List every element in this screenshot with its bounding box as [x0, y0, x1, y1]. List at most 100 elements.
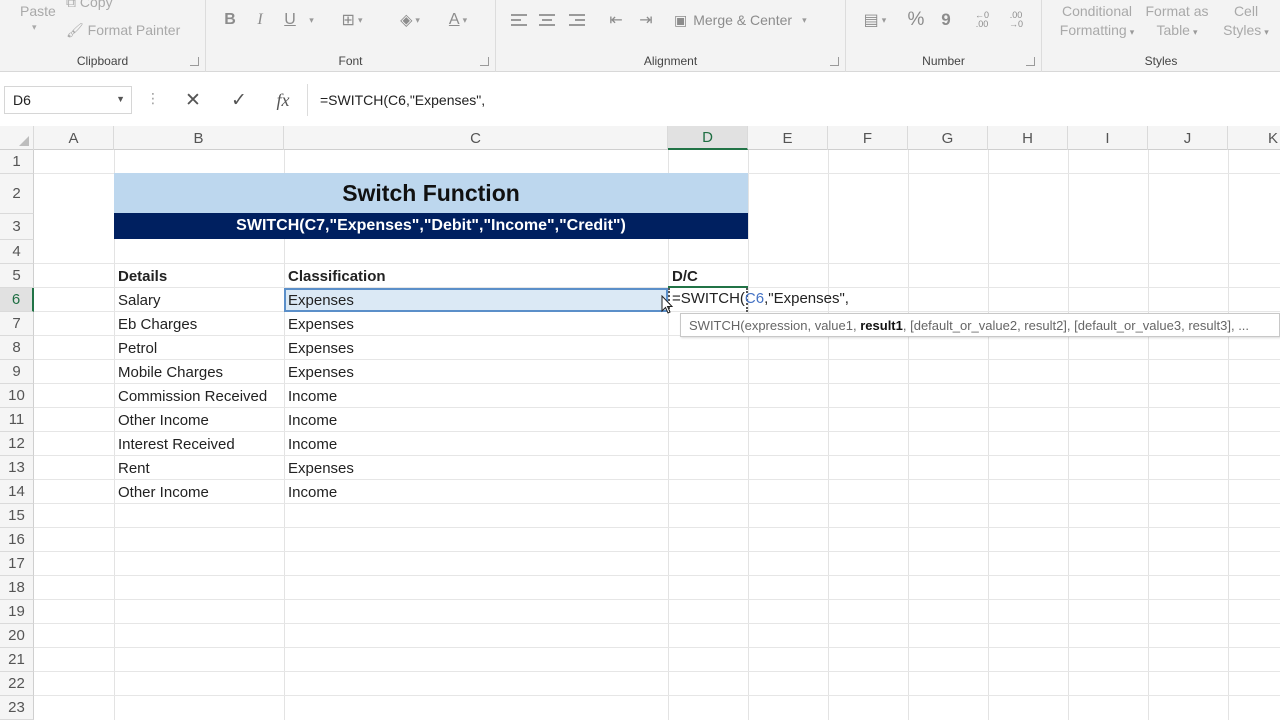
- details-cell[interactable]: Other Income: [114, 408, 284, 432]
- row-header[interactable]: 3: [0, 214, 34, 240]
- insert-function-button[interactable]: fx: [270, 88, 296, 112]
- header-classification[interactable]: Classification: [284, 264, 668, 288]
- enter-button[interactable]: ✓: [226, 88, 252, 112]
- formula-input[interactable]: =SWITCH(C6,"Expenses",: [320, 92, 485, 108]
- name-box-dropdown-icon[interactable]: ▼: [116, 94, 125, 104]
- classification-cell[interactable]: Income: [284, 432, 668, 456]
- function-argument-tooltip[interactable]: SWITCH(expression, value1, result1, [def…: [680, 313, 1280, 337]
- classification-cell[interactable]: Expenses: [284, 456, 668, 480]
- column-header-e[interactable]: E: [748, 126, 828, 150]
- resize-handle-icon[interactable]: ⋮: [146, 90, 160, 107]
- row-header[interactable]: 19: [0, 600, 34, 624]
- borders-button[interactable]: ⊞ ▾: [332, 8, 372, 32]
- row-header[interactable]: 8: [0, 336, 34, 360]
- underline-dropdown-icon[interactable]: ▾: [304, 8, 316, 32]
- conditional-formatting-button[interactable]: Conditional Formatting ▾: [1050, 2, 1144, 42]
- row-header[interactable]: 9: [0, 360, 34, 384]
- details-cell[interactable]: Petrol: [114, 336, 284, 360]
- align-right-button[interactable]: [568, 8, 586, 32]
- merge-center-button[interactable]: ▣ Merge & Center ▾: [674, 8, 830, 32]
- cancel-button[interactable]: ✕: [180, 88, 206, 112]
- classification-cell[interactable]: Expenses: [284, 360, 668, 384]
- bold-button[interactable]: B: [220, 8, 240, 32]
- row-header[interactable]: 2: [0, 174, 34, 214]
- row-header[interactable]: 10: [0, 384, 34, 408]
- column-header-k[interactable]: K: [1228, 126, 1280, 150]
- row-header[interactable]: 17: [0, 552, 34, 576]
- column-header-c[interactable]: C: [284, 126, 668, 150]
- row-header[interactable]: 7: [0, 312, 34, 336]
- classification-cell[interactable]: Income: [284, 480, 668, 504]
- cell-styles-button[interactable]: Cell Styles ▾: [1218, 2, 1274, 42]
- formula-banner[interactable]: SWITCH(C7,"Expenses","Debit","Income","C…: [114, 213, 748, 239]
- row-header[interactable]: 21: [0, 648, 34, 672]
- details-cell[interactable]: Eb Charges: [114, 312, 284, 336]
- format-as-table-button[interactable]: Format as Table ▾: [1142, 2, 1212, 42]
- details-cell[interactable]: Interest Received: [114, 432, 284, 456]
- row-header[interactable]: 16: [0, 528, 34, 552]
- details-cell[interactable]: Commission Received: [114, 384, 284, 408]
- classification-cell[interactable]: Income: [284, 408, 668, 432]
- increase-indent-button[interactable]: ⇥: [636, 8, 656, 32]
- row-header[interactable]: 14: [0, 480, 34, 504]
- classification-cell[interactable]: Expenses: [284, 288, 668, 312]
- column-header-h[interactable]: H: [988, 126, 1068, 150]
- row-header[interactable]: 12: [0, 432, 34, 456]
- column-header-b[interactable]: B: [114, 126, 284, 150]
- number-launcher-icon[interactable]: [1026, 57, 1035, 66]
- details-cell[interactable]: Mobile Charges: [114, 360, 284, 384]
- align-center-button[interactable]: [538, 8, 556, 32]
- details-cell[interactable]: Salary: [114, 288, 284, 312]
- row-header[interactable]: 4: [0, 240, 34, 264]
- row-header[interactable]: 13: [0, 456, 34, 480]
- sheet-title[interactable]: Switch Function: [114, 173, 748, 213]
- column-header-a[interactable]: A: [34, 126, 114, 150]
- accounting-format-button[interactable]: ▤ ▾: [858, 8, 892, 32]
- row-header[interactable]: 5: [0, 264, 34, 288]
- in-cell-formula[interactable]: =SWITCH(C6,"Expenses",: [672, 290, 849, 307]
- classification-cell[interactable]: Expenses: [284, 312, 668, 336]
- copy-button[interactable]: ⧉ Copy: [66, 0, 113, 11]
- column-header-g[interactable]: G: [908, 126, 988, 150]
- row-header[interactable]: 23: [0, 696, 34, 720]
- alignment-launcher-icon[interactable]: [830, 57, 839, 66]
- clipboard-launcher-icon[interactable]: [190, 57, 199, 66]
- row-header[interactable]: 11: [0, 408, 34, 432]
- row-header[interactable]: 18: [0, 576, 34, 600]
- decrease-decimal-button[interactable]: .00 →0: [1002, 8, 1030, 32]
- increase-indent-icon: ⇥: [639, 12, 653, 29]
- header-dc[interactable]: D/C: [668, 264, 748, 288]
- column-header-j[interactable]: J: [1148, 126, 1228, 150]
- format-painter-button[interactable]: 🖌 Format Painter: [66, 22, 180, 39]
- column-header-d[interactable]: D: [668, 126, 748, 150]
- align-left-button[interactable]: [510, 8, 528, 32]
- underline-button[interactable]: U: [280, 8, 300, 32]
- font-launcher-icon[interactable]: [480, 57, 489, 66]
- details-cell[interactable]: Rent: [114, 456, 284, 480]
- classification-cell[interactable]: Income: [284, 384, 668, 408]
- alignment-group: ⇤ ⇥ ▣ Merge & Center ▾ Alignment: [496, 0, 846, 72]
- name-box[interactable]: D6 ▼: [4, 86, 132, 114]
- paste-dropdown-icon[interactable]: ▾: [32, 22, 37, 33]
- select-all-button[interactable]: [0, 126, 34, 150]
- clipboard-group: Paste ▾ ⧉ Copy 🖌 Format Painter Clipboar…: [0, 0, 206, 72]
- row-header[interactable]: 22: [0, 672, 34, 696]
- decrease-indent-button[interactable]: ⇤: [606, 8, 626, 32]
- fill-color-button[interactable]: ◈ ▾: [390, 8, 430, 32]
- increase-decimal-button[interactable]: ←0 .00: [968, 8, 996, 32]
- italic-button[interactable]: I: [250, 8, 270, 32]
- column-header-f[interactable]: F: [828, 126, 908, 150]
- details-cell[interactable]: Other Income: [114, 480, 284, 504]
- percent-button[interactable]: %: [904, 8, 928, 32]
- row-header-active[interactable]: 6: [0, 288, 34, 312]
- row-header[interactable]: 1: [0, 150, 34, 174]
- format-as-table-label: Format as Table: [1145, 3, 1209, 38]
- column-header-i[interactable]: I: [1068, 126, 1148, 150]
- comma-style-button[interactable]: 9: [938, 8, 954, 32]
- paste-button[interactable]: Paste: [20, 3, 56, 19]
- classification-cell[interactable]: Expenses: [284, 336, 668, 360]
- row-header[interactable]: 20: [0, 624, 34, 648]
- font-color-button[interactable]: A ▾: [438, 8, 478, 32]
- row-header[interactable]: 15: [0, 504, 34, 528]
- header-details[interactable]: Details: [114, 264, 284, 288]
